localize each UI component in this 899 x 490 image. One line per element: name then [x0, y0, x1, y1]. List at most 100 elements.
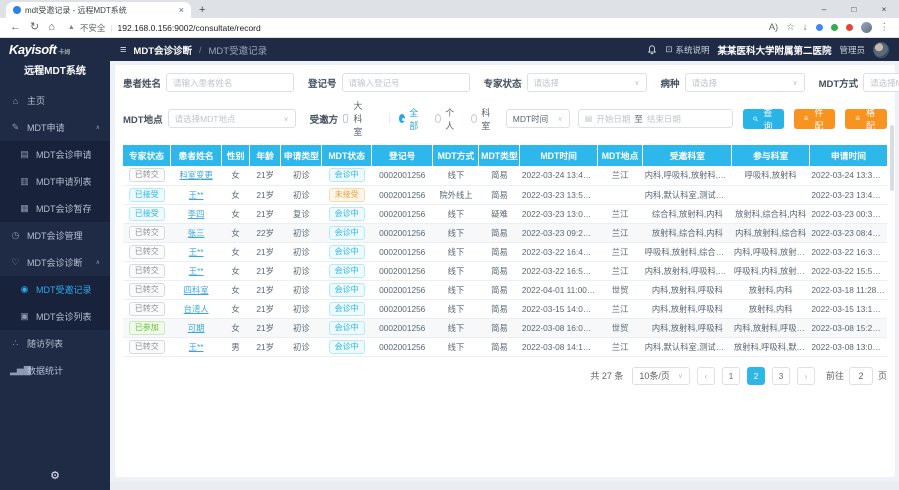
sidebar-item-mdt-apply-list[interactable]: ▥MDT申请列表	[0, 168, 110, 195]
mdt-status-tag: 会诊中	[329, 283, 365, 297]
next-page-button[interactable]: ›	[797, 367, 815, 385]
sidebar-item-data-stats[interactable]: ▂▅▇数据统计	[0, 357, 110, 384]
expert-status-tag: 已接受	[129, 188, 165, 202]
mdt-time-select[interactable]: MDT时间 ∨	[506, 109, 570, 128]
prev-page-button[interactable]: ‹	[697, 367, 715, 385]
table-row[interactable]: 已转交王**女21岁初诊会诊中0002001256线下简易2022-03-22 …	[123, 242, 887, 261]
cell-invited: 放射科,综合科,内科	[643, 223, 732, 242]
address-bar[interactable]: ▲ 不安全 | 192.168.0.156:9002/consultate/re…	[68, 22, 261, 34]
patient-name-link[interactable]: 王**	[189, 342, 204, 352]
new-tab-button[interactable]: +	[199, 4, 205, 16]
gear-icon[interactable]: ⚙	[50, 469, 60, 482]
table-row[interactable]: 已转交四科室女21岁初诊会诊中0002001256线下简易2022-04-01 …	[123, 280, 887, 299]
condition-config-button[interactable]: ≡ 条件配置	[794, 109, 836, 129]
cell-expert_status: 已转交	[123, 337, 171, 356]
search-button[interactable]: 查询	[743, 109, 784, 129]
home-icon[interactable]: ⌂	[48, 22, 55, 33]
sidebar-item-home[interactable]: ⌂主页	[0, 87, 110, 114]
patient-name-link[interactable]: 王**	[189, 266, 204, 276]
patient-name-link[interactable]: 张三	[188, 228, 205, 238]
home-icon: ⌂	[10, 96, 21, 106]
window-minimize-button[interactable]: –	[809, 0, 839, 18]
table-row[interactable]: 已参加可期女21岁初诊会诊中0002001256线下简易2022-03-08 1…	[123, 318, 887, 337]
sidebar-item-label: MDT会诊申请	[36, 148, 92, 161]
system-help-link[interactable]: ⊡ 系统说明	[665, 44, 709, 56]
sidebar-item-followup-list[interactable]: ∴随访列表	[0, 330, 110, 357]
back-icon[interactable]: ←	[10, 22, 21, 33]
patient-name-link[interactable]: 可期	[188, 323, 205, 333]
filter-row-2: MDT地点 请选择MDT地点 ∨ 受邀方 大科室 | 全部个人科	[123, 99, 887, 138]
logo[interactable]: Kayisoft 卡姆	[0, 38, 110, 61]
window-maximize-button[interactable]: □	[839, 0, 869, 18]
sidebar-collapse-icon[interactable]: ≡	[120, 44, 126, 56]
table-row[interactable]: 已接受李四女21岁复诊会诊中0002001256线下疑难2022-03-23 1…	[123, 204, 887, 223]
record-panel: 患者姓名 登记号 专家状态 请选择 ∨	[115, 65, 895, 477]
browser-menu-icon[interactable]: ⋮	[880, 23, 890, 33]
patient-name-link[interactable]: 李四	[188, 209, 205, 219]
disease-select[interactable]: 请选择 ∨	[685, 73, 805, 92]
sidebar-item-mdt-invite-record[interactable]: ◉MDT受邀记录	[0, 276, 110, 303]
read-aloud-icon[interactable]: A)	[769, 23, 779, 33]
page-bottom-scrollbar[interactable]	[110, 482, 899, 490]
patient-name-link[interactable]: 台湾人	[184, 304, 209, 314]
sidebar-item-mdt-consult-apply[interactable]: ▤MDT会诊申请	[0, 141, 110, 168]
radio-科室[interactable]: 科室	[471, 106, 493, 132]
content-scrollbar[interactable]	[890, 125, 894, 191]
patient-name-link[interactable]: 王**	[189, 190, 204, 200]
download-icon[interactable]: ↓	[803, 23, 808, 33]
sidebar-item-label: MDT会诊管理	[27, 229, 83, 242]
window-close-button[interactable]: ×	[869, 0, 899, 18]
date-range-input[interactable]: ▤ 开始日期 至 结束日期	[578, 109, 733, 128]
patient-name-link[interactable]: 科室变更	[180, 170, 213, 180]
page-number-1[interactable]: 1	[722, 367, 740, 385]
bell-icon[interactable]	[647, 45, 657, 55]
sidebar-item-mdt-apply[interactable]: ✎MDT申请∧	[0, 114, 110, 141]
extension-icon[interactable]	[846, 24, 853, 31]
url-text: 192.168.0.156:9002/consultate/record	[118, 23, 261, 33]
cell-gender: 女	[222, 223, 250, 242]
sidebar-item-mdt-diagnosis[interactable]: ♡MDT会诊诊断∧	[0, 249, 110, 276]
browser-tab[interactable]: mdt受邀记录 - 远程MDT系统 ×	[6, 2, 191, 18]
extension-icon[interactable]	[831, 24, 838, 31]
goto-page-input[interactable]	[849, 367, 873, 385]
patient-name-input[interactable]	[166, 73, 294, 92]
mdt-mode-select[interactable]: 请选择MDT方式 ∨	[863, 73, 899, 92]
table-row[interactable]: 已转交王**男21岁初诊会诊中0002001256线下简易2022-03-08 …	[123, 337, 887, 356]
page-number-3[interactable]: 3	[772, 367, 790, 385]
refresh-icon[interactable]: ↻	[30, 22, 39, 33]
cell-name: 王**	[171, 185, 222, 204]
radio-个人[interactable]: 个人	[435, 106, 457, 132]
cell-joined: 放射科,综合科,内科	[732, 204, 809, 223]
big-dept-checkbox[interactable]	[343, 114, 348, 123]
cell-mode: 线下	[433, 261, 479, 280]
sidebar-item-mdt-consult-list[interactable]: ▣MDT会诊列表	[0, 303, 110, 330]
expert-status-select[interactable]: 请选择 ∨	[527, 73, 647, 92]
patient-name-link[interactable]: 王**	[189, 247, 204, 257]
favorite-star-icon[interactable]: ☆	[786, 23, 795, 33]
table-config-button[interactable]: ≡ 表格配置	[845, 109, 887, 129]
table-row[interactable]: 已接受王**女21岁初诊未接受0002001256院外线上简易2022-03-2…	[123, 185, 887, 204]
user-avatar[interactable]	[873, 42, 889, 58]
sidebar-item-mdt-consult-draft[interactable]: ▦MDT会诊暂存	[0, 195, 110, 222]
page-number-2[interactable]: 2	[747, 367, 765, 385]
tab-close-icon[interactable]: ×	[179, 5, 184, 15]
register-no-input[interactable]	[342, 73, 470, 92]
sidebar-item-label: MDT申请	[27, 121, 65, 134]
browser-profile-avatar[interactable]	[861, 22, 872, 33]
cell-invited: 内科,放射科,呼吸科	[643, 280, 732, 299]
cell-mdt_type: 简易	[479, 299, 520, 318]
extension-icon[interactable]	[816, 24, 823, 31]
mdt-place-select[interactable]: 请选择MDT地点 ∨	[168, 109, 296, 128]
patient-name-link[interactable]: 四科室	[184, 285, 209, 295]
page-size-select[interactable]: 10条/页 ∨	[632, 367, 690, 385]
cell-mdt_type: 疑难	[479, 204, 520, 223]
radio-全部[interactable]: 全部	[399, 106, 421, 132]
cell-mdt_time: 2022-03-23 13:50:00	[520, 185, 597, 204]
table-row[interactable]: 已转交台湾人女21岁初诊会诊中0002001256线下简易2022-03-15 …	[123, 299, 887, 318]
security-label: 不安全	[80, 22, 106, 34]
table-row[interactable]: 已转交王**女21岁初诊会诊中0002001256线下简易2022-03-22 …	[123, 261, 887, 280]
table-row[interactable]: 已转交张三女22岁初诊会诊中0002001256线下简易2022-03-23 0…	[123, 223, 887, 242]
table-row[interactable]: 已转交科室变更女21岁初诊会诊中0002001256线下简易2022-03-24…	[123, 166, 887, 185]
chevron-down-icon: ∨	[558, 115, 563, 123]
sidebar-item-mdt-manage[interactable]: ◷MDT会诊管理	[0, 222, 110, 249]
